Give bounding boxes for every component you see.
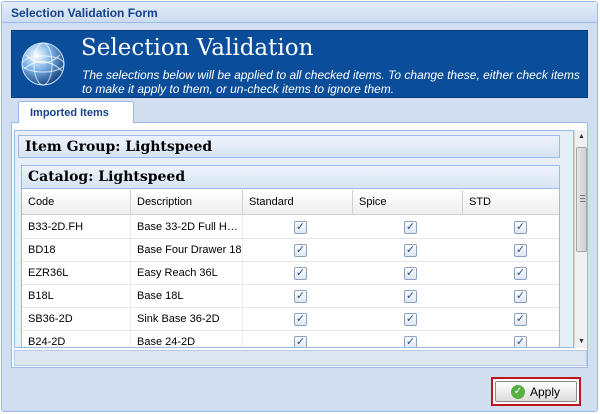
- table-row[interactable]: SB36-2D Sink Base 36-2D ✓ ✓ ✓: [22, 308, 559, 331]
- tab-strip: Imported Items: [11, 99, 588, 124]
- table-row[interactable]: B24-2D Base 24-2D ✓ ✓ ✓: [22, 331, 559, 347]
- scroll-down-arrow-icon[interactable]: ▼: [575, 335, 588, 348]
- check-circle-icon: ✓: [511, 385, 525, 399]
- cell-description: Sink Base 36-2D: [131, 308, 243, 330]
- spice-checkbox[interactable]: ✓: [404, 290, 417, 303]
- item-group-header[interactable]: Item Group: Lightspeed: [18, 135, 560, 158]
- cell-description: Base 18L: [131, 285, 243, 307]
- std-checkbox[interactable]: ✓: [514, 267, 527, 280]
- scrollbar-thumb[interactable]: [576, 147, 587, 252]
- cell-description: Base 33-2D Full Height: [131, 216, 243, 238]
- standard-checkbox[interactable]: ✓: [294, 336, 307, 347]
- column-header-standard[interactable]: Standard: [243, 190, 353, 214]
- standard-checkbox[interactable]: ✓: [294, 221, 307, 234]
- standard-checkbox[interactable]: ✓: [294, 244, 307, 257]
- column-header-description[interactable]: Description: [131, 190, 243, 214]
- column-header-std[interactable]: STD: [463, 190, 559, 214]
- vertical-scrollbar[interactable]: ▲ ▼: [574, 130, 587, 348]
- spice-checkbox[interactable]: ✓: [404, 313, 417, 326]
- cell-code: BD18: [22, 239, 131, 261]
- selection-validation-window: Selection Validation Form Selection Vali…: [1, 1, 598, 412]
- standard-checkbox[interactable]: ✓: [294, 313, 307, 326]
- tab-body: Item Group: Lightspeed Catalog: Lightspe…: [11, 123, 588, 368]
- std-checkbox[interactable]: ✓: [514, 221, 527, 234]
- cell-code: B33-2D.FH: [22, 216, 131, 238]
- column-header-spice[interactable]: Spice: [353, 190, 463, 214]
- catalog-header[interactable]: Catalog: Lightspeed: [22, 166, 559, 189]
- grip-icon: [580, 195, 585, 202]
- scroll-up-arrow-icon[interactable]: ▲: [575, 130, 588, 143]
- tab-imported-items[interactable]: Imported Items: [18, 101, 134, 124]
- apply-button[interactable]: ✓ Apply: [495, 381, 577, 402]
- globe-icon: [21, 42, 65, 86]
- apply-button-highlight: ✓ Apply: [491, 377, 581, 406]
- std-checkbox[interactable]: ✓: [514, 313, 527, 326]
- window-title: Selection Validation Form: [2, 2, 597, 23]
- banner: Selection Validation The selections belo…: [11, 30, 588, 98]
- table-row[interactable]: B33-2D.FH Base 33-2D Full Height ✓ ✓ ✓: [22, 216, 559, 239]
- std-checkbox[interactable]: ✓: [514, 244, 527, 257]
- spice-checkbox[interactable]: ✓: [404, 244, 417, 257]
- table-row[interactable]: B18L Base 18L ✓ ✓ ✓: [22, 285, 559, 308]
- std-checkbox[interactable]: ✓: [514, 290, 527, 303]
- cell-code: SB36-2D: [22, 308, 131, 330]
- banner-title: Selection Validation: [81, 35, 314, 61]
- table-row[interactable]: EZR36L Easy Reach 36L ✓ ✓ ✓: [22, 262, 559, 285]
- cell-code: EZR36L: [22, 262, 131, 284]
- grid-header-row: Code Description Standard Spice STD: [22, 190, 559, 215]
- std-checkbox[interactable]: ✓: [514, 336, 527, 347]
- catalog-panel: Catalog: Lightspeed Code Description Sta…: [21, 165, 560, 347]
- cell-code: B24-2D: [22, 331, 131, 347]
- spice-checkbox[interactable]: ✓: [404, 336, 417, 347]
- cell-description: Easy Reach 36L: [131, 262, 243, 284]
- items-scroll-area: Item Group: Lightspeed Catalog: Lightspe…: [14, 130, 574, 348]
- table-row[interactable]: BD18 Base Four Drawer 18 ✓ ✓ ✓: [22, 239, 559, 262]
- banner-description: The selections below will be applied to …: [82, 68, 580, 96]
- cell-code: B18L: [22, 285, 131, 307]
- grid-footer-strip: [14, 350, 587, 366]
- standard-checkbox[interactable]: ✓: [294, 267, 307, 280]
- cell-description: Base Four Drawer 18: [131, 239, 243, 261]
- standard-checkbox[interactable]: ✓: [294, 290, 307, 303]
- apply-button-label: Apply: [530, 385, 561, 399]
- spice-checkbox[interactable]: ✓: [404, 267, 417, 280]
- cell-description: Base 24-2D: [131, 331, 243, 347]
- spice-checkbox[interactable]: ✓: [404, 221, 417, 234]
- column-header-code[interactable]: Code: [22, 190, 131, 214]
